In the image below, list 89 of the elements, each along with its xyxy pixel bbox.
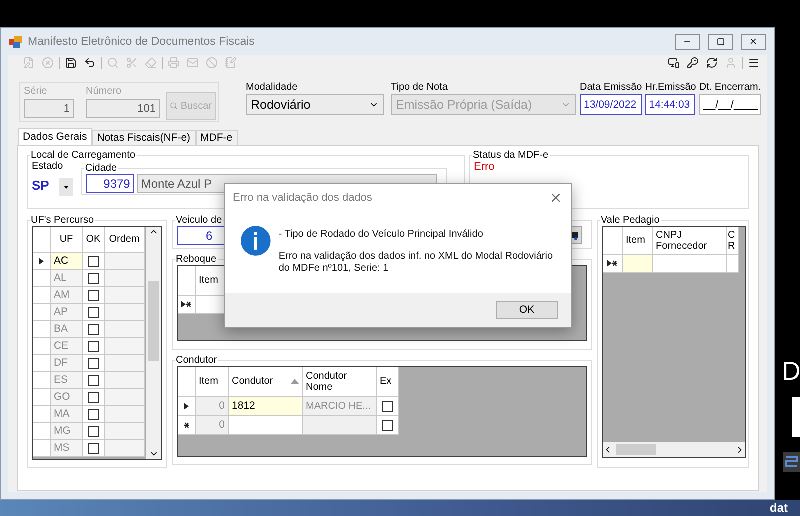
info-icon xyxy=(241,226,271,256)
group-title: Veiculo de xyxy=(175,215,224,226)
field-label: Hr.Emissão xyxy=(645,82,696,93)
error-detail: Erro na validação dos dados inf. no XML do Modal Rodoviário do MDFe nº101, Serie: 1 xyxy=(278,251,554,275)
field-label: Número xyxy=(86,86,123,97)
group-title: UF's Percurso xyxy=(30,215,96,226)
group-title: Vale Pedagio xyxy=(600,215,661,226)
field-label: Modalidade xyxy=(246,82,299,93)
table-cell[interactable]: AC xyxy=(51,253,83,270)
date-field[interactable]: 13/09/2022 xyxy=(580,94,642,115)
row-header[interactable] xyxy=(178,296,196,314)
checkbox[interactable] xyxy=(88,426,99,436)
table-cell[interactable]: 1812 xyxy=(229,397,303,416)
checkbox[interactable] xyxy=(88,306,99,318)
desktop-shape xyxy=(792,397,800,437)
state-code: SP xyxy=(32,178,50,193)
field-label: Estado xyxy=(32,161,64,172)
table-cell: MARCIO HE... xyxy=(303,397,377,416)
desktop-text: D xyxy=(782,356,800,386)
table-cell: 0 xyxy=(196,416,229,435)
checkbox[interactable] xyxy=(88,442,99,454)
row-header[interactable] xyxy=(33,253,51,270)
logo-icon xyxy=(783,452,800,472)
checkbox[interactable] xyxy=(88,290,99,300)
dropdown-button[interactable] xyxy=(59,178,74,196)
column-header[interactable]: Ex xyxy=(377,367,399,397)
column-header[interactable]: Item xyxy=(196,367,229,397)
checkbox[interactable] xyxy=(88,340,99,352)
scrollbar[interactable] xyxy=(603,442,745,457)
column-header[interactable]: C R xyxy=(727,227,739,255)
row-header[interactable] xyxy=(178,416,196,435)
window-title: Manifesto Eletrônico de Documentos Fiscais xyxy=(28,36,256,48)
row-header[interactable] xyxy=(603,255,623,273)
checkbox[interactable] xyxy=(88,272,99,284)
close-icon xyxy=(749,37,758,46)
screens-icon[interactable] xyxy=(668,57,680,69)
checkbox[interactable] xyxy=(88,324,99,334)
column-header[interactable]: Ordem xyxy=(105,227,145,253)
table-cell[interactable] xyxy=(229,416,303,435)
group-title: Condutor xyxy=(175,355,218,366)
close-icon[interactable] xyxy=(549,191,563,205)
checkbox[interactable] xyxy=(88,256,99,266)
field-label: Data Emissão xyxy=(580,82,642,93)
group-title: Reboque xyxy=(175,254,218,265)
scrollbar[interactable] xyxy=(146,227,161,459)
row-header[interactable] xyxy=(178,397,196,416)
checkbox[interactable] xyxy=(88,408,99,420)
minimize-button[interactable] xyxy=(675,34,700,50)
column-header[interactable]: Condutor Nome xyxy=(303,367,377,397)
field-label: Série xyxy=(24,86,48,97)
column-header[interactable]: CNPJ Fornecedor xyxy=(653,227,727,255)
date-field[interactable]: __/__/____ xyxy=(699,94,762,115)
tab[interactable]: MDF-e xyxy=(196,130,238,145)
menu-icon[interactable] xyxy=(748,57,760,69)
key-icon[interactable] xyxy=(687,57,699,69)
group-title: Local de Carregamento xyxy=(30,150,137,161)
undo-icon[interactable] xyxy=(84,57,96,69)
dropdown[interactable]: Rodoviário xyxy=(246,94,384,115)
maximize-icon xyxy=(716,38,724,46)
input-field[interactable]: 9379 xyxy=(86,174,134,193)
checkbox[interactable] xyxy=(88,374,99,386)
checkbox[interactable] xyxy=(382,400,393,412)
column-header[interactable]: OK xyxy=(83,227,105,253)
maximize-button[interactable] xyxy=(708,34,733,50)
checkbox[interactable] xyxy=(88,358,99,368)
refresh-icon[interactable] xyxy=(706,57,718,69)
table-cell: 0 xyxy=(196,397,229,416)
field-label: Dt. Encerram. xyxy=(699,82,762,93)
column-header[interactable]: Condutor xyxy=(229,367,303,397)
dialog-title: Erro na validação dos dados xyxy=(233,192,372,204)
close-button[interactable] xyxy=(741,34,766,50)
tab[interactable]: Notas Fiscais(NF-e) xyxy=(92,130,196,145)
time-field[interactable]: 14:44:03 xyxy=(645,94,696,115)
ok-button[interactable]: OK xyxy=(496,301,558,319)
group-title: Cidade xyxy=(84,163,118,174)
checkbox[interactable] xyxy=(382,420,393,430)
checkbox[interactable] xyxy=(88,392,99,402)
error-message: - Tipo de Rodado do Veículo Principal Inválido xyxy=(278,229,484,241)
taskbar-text: dat xyxy=(770,500,788,516)
column-header[interactable]: Item xyxy=(623,227,653,255)
save-icon[interactable] xyxy=(65,57,77,69)
table-cell xyxy=(727,255,739,273)
caret-icon xyxy=(64,186,69,188)
status-text: Erro xyxy=(474,161,496,173)
app-icon xyxy=(9,36,22,48)
field-label: Tipo de Nota xyxy=(391,82,449,93)
group-title: Status da MDF-e xyxy=(472,150,550,161)
tab[interactable]: Dados Gerais xyxy=(18,128,92,145)
column-header[interactable]: UF xyxy=(51,227,83,253)
